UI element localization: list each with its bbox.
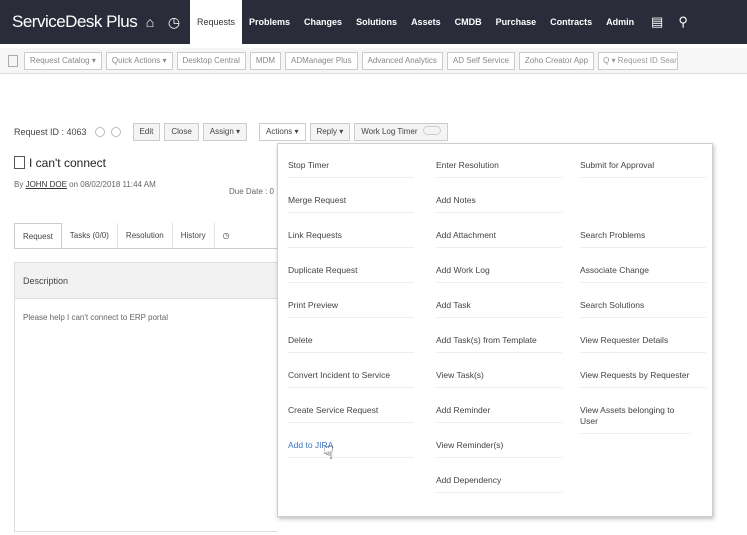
nav-cmdb[interactable]: CMDB [448, 0, 489, 44]
created-date: on 08/02/2018 11:44 AM [69, 180, 156, 189]
menu-add-work-log[interactable]: Add Work Log [436, 265, 562, 283]
reports-icon[interactable]: ▤ [647, 14, 667, 30]
menu-add-attachment[interactable]: Add Attachment [436, 230, 562, 248]
zoho-creator-app-link[interactable]: Zoho Creator App [518, 51, 595, 70]
nav-changes[interactable]: Changes [297, 0, 349, 44]
edit-document-icon[interactable] [14, 156, 25, 169]
nav-admin[interactable]: Admin [599, 0, 641, 44]
menu-add-tasks-from-template[interactable]: Add Task(s) from Template [436, 335, 562, 353]
previous-request-icon[interactable] [94, 127, 105, 137]
menu-submit-for-approval[interactable]: Submit for Approval [580, 160, 706, 178]
description-text: Please help I can't connect to ERP porta… [23, 313, 169, 322]
description-header: Description [15, 263, 277, 299]
menu-view-reminders[interactable]: View Reminder(s) [436, 440, 562, 458]
edit-button[interactable]: Edit [132, 123, 161, 141]
more-tabs-icon[interactable]: ◷ [215, 223, 238, 248]
hand-cursor-icon: ☟ [323, 443, 334, 463]
next-request-icon[interactable] [110, 127, 121, 137]
sub-toolbar: Request Catalog ▾ Quick Actions ▾ Deskto… [0, 48, 747, 74]
menu-add-reminder[interactable]: Add Reminder [436, 405, 562, 423]
menu-view-requester-details[interactable]: View Requester Details [580, 335, 706, 353]
menu-duplicate-request[interactable]: Duplicate Request [288, 265, 414, 283]
nav-solutions[interactable]: Solutions [349, 0, 404, 44]
nav-problems[interactable]: Problems [242, 0, 297, 44]
request-title: I can't connect [29, 156, 107, 170]
nav-contracts[interactable]: Contracts [543, 0, 599, 44]
tab-resolution[interactable]: Resolution [118, 223, 173, 248]
main-nav: Requests Problems Changes Solutions Asse… [190, 0, 641, 44]
help-icon[interactable]: ⚲ [673, 14, 693, 30]
requester-link[interactable]: JOHN DOE [26, 180, 67, 189]
request-tabs: Request Tasks (0/0) Resolution History ◷ [14, 223, 279, 249]
tab-history[interactable]: History [173, 223, 215, 248]
request-catalog-dropdown[interactable]: Request Catalog ▾ [24, 51, 102, 70]
menu-create-service-request[interactable]: Create Service Request [288, 405, 414, 423]
advanced-analytics-link[interactable]: Advanced Analytics [361, 51, 443, 70]
menu-view-requests-by-requester[interactable]: View Requests by Requester [580, 370, 706, 388]
app-logo[interactable]: ServiceDesk Plus [0, 12, 138, 32]
nav-assets[interactable]: Assets [404, 0, 448, 44]
menu-add-notes[interactable]: Add Notes [436, 195, 562, 213]
menu-print-preview[interactable]: Print Preview [288, 300, 414, 318]
menu-search-solutions[interactable]: Search Solutions [580, 300, 706, 318]
menu-enter-resolution[interactable]: Enter Resolution [436, 160, 562, 178]
menu-view-tasks[interactable]: View Task(s) [436, 370, 562, 388]
request-toolbar: Request ID : 4063 Edit Close Assign ▾ Ac… [0, 118, 747, 146]
due-date: Due Date : 0 [229, 187, 274, 196]
nav-purchase[interactable]: Purchase [489, 0, 544, 44]
request-id-search-input[interactable]: Q ▾ Request ID Search [598, 51, 679, 70]
tab-tasks[interactable]: Tasks (0/0) [62, 223, 118, 248]
menu-view-assets-belonging-to-user[interactable]: View Assets belonging to User [580, 405, 690, 434]
nav-requests[interactable]: Requests [190, 0, 243, 44]
description-panel: Description Please help I can't connect … [14, 262, 277, 532]
menu-stop-timer[interactable]: Stop Timer [288, 160, 414, 178]
timer-toggle-icon[interactable] [422, 126, 441, 135]
tab-request[interactable]: Request [14, 223, 62, 248]
mdm-link[interactable]: MDM [249, 51, 282, 70]
menu-delete[interactable]: Delete [288, 335, 414, 353]
menu-search-problems[interactable]: Search Problems [580, 230, 706, 248]
menu-merge-request[interactable]: Merge Request [288, 195, 414, 213]
top-nav-bar: ServiceDesk Plus ⌂ ◷ Requests Problems C… [0, 0, 747, 44]
desktop-central-link[interactable]: Desktop Central [176, 51, 246, 70]
work-log-timer-label: Work Log Timer [361, 127, 418, 136]
ad-self-service-link[interactable]: AD Self Service [446, 51, 515, 70]
menu-add-to-jira[interactable]: Add to JIRA [288, 440, 414, 458]
request-meta: By JOHN DOE on 08/02/2018 11:44 AM [14, 180, 156, 189]
request-title-row: I can't connect [14, 156, 156, 170]
admanager-plus-link[interactable]: ADManager Plus [285, 51, 358, 70]
menu-add-task[interactable]: Add Task [436, 300, 562, 318]
request-id-label: Request ID : 4063 [14, 127, 87, 137]
actions-button[interactable]: Actions ▾ [259, 123, 306, 141]
home-icon[interactable]: ⌂ [138, 14, 162, 30]
close-button[interactable]: Close [164, 123, 199, 141]
menu-associate-change[interactable]: Associate Change [580, 265, 706, 283]
menu-add-dependency[interactable]: Add Dependency [436, 475, 562, 493]
work-log-timer-button[interactable]: Work Log Timer [354, 123, 448, 141]
assign-button[interactable]: Assign ▾ [202, 123, 248, 141]
actions-dropdown-menu: Stop Timer Merge Request Link Requests D… [277, 143, 713, 517]
menu-convert-incident[interactable]: Convert Incident to Service [288, 370, 414, 388]
menu-link-requests[interactable]: Link Requests [288, 230, 414, 248]
quick-actions-dropdown[interactable]: Quick Actions ▾ [105, 51, 173, 70]
clock-icon[interactable]: ◷ [162, 14, 186, 31]
by-label: By [14, 180, 24, 189]
request-catalog-icon[interactable] [8, 54, 18, 67]
request-header: I can't connect By JOHN DOE on 08/02/201… [14, 156, 156, 189]
reply-button[interactable]: Reply ▾ [309, 123, 351, 141]
